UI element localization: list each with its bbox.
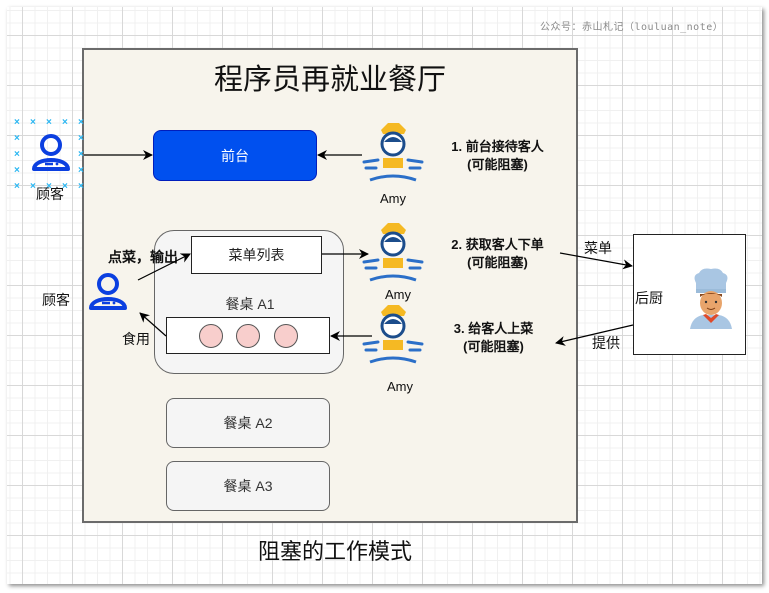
arrow-kitchen-to-step3[interactable] xyxy=(555,324,634,346)
arrow-tray-to-customer[interactable] xyxy=(139,312,167,337)
arrow-step2-to-kitchen[interactable] xyxy=(559,252,633,270)
arrows-layer xyxy=(84,150,634,346)
arrow-customer-to-menu[interactable] xyxy=(137,253,191,281)
